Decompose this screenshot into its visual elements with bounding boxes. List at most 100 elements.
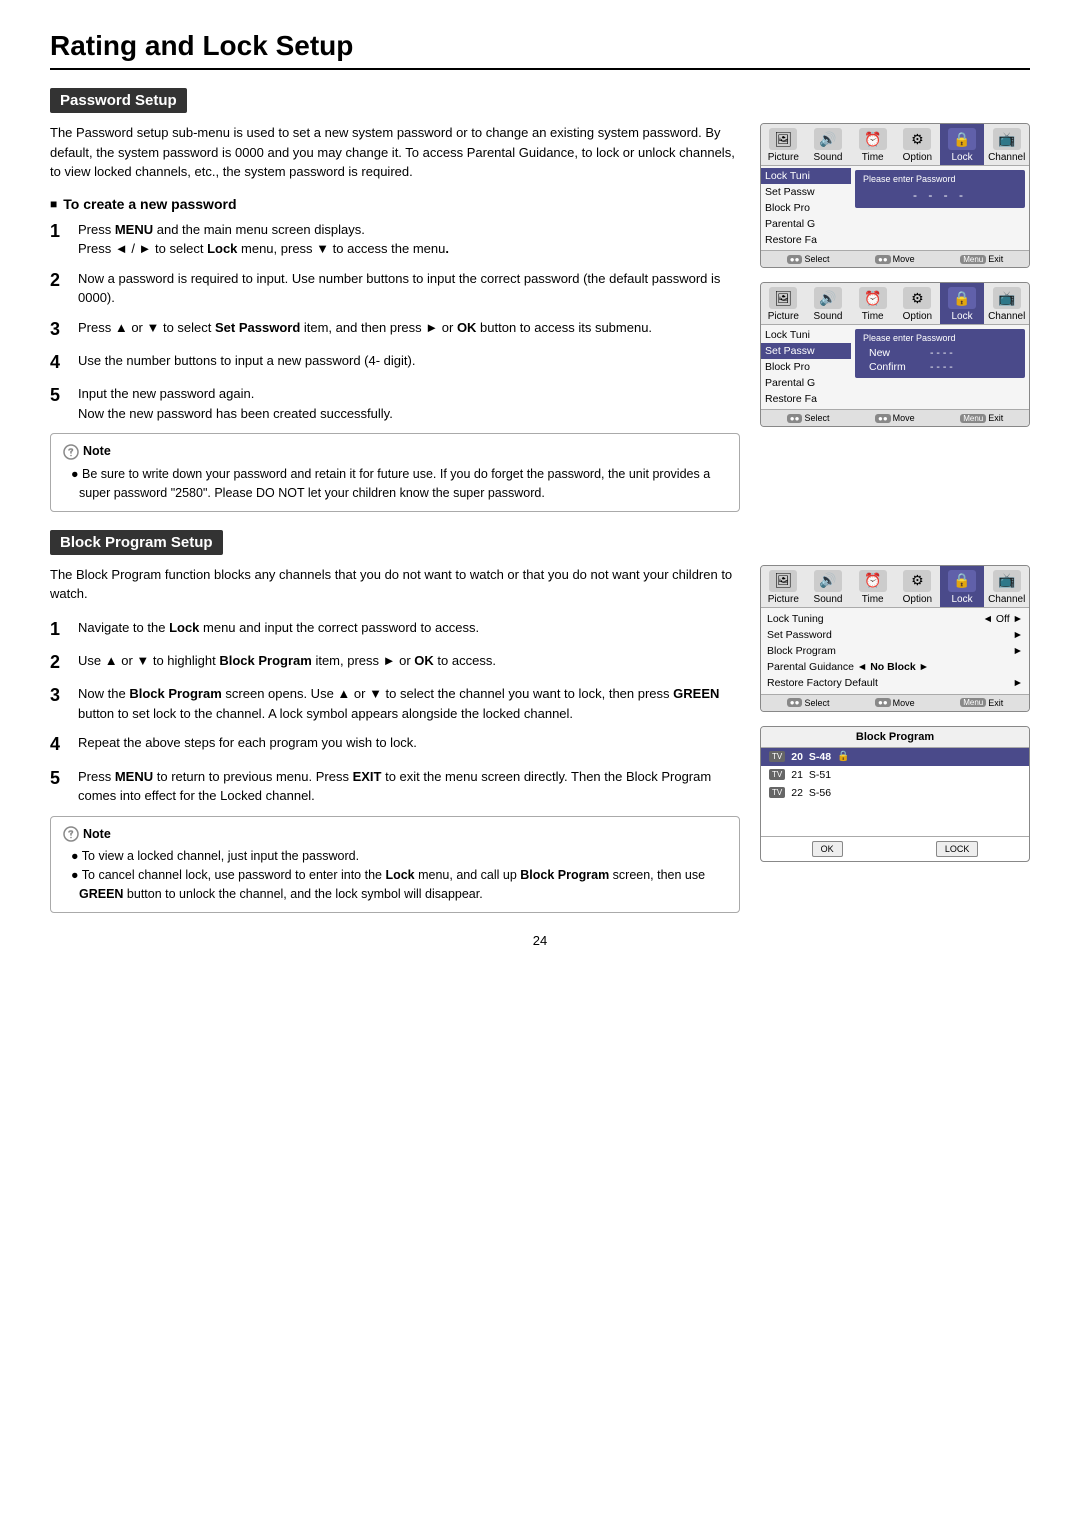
option-icon-3: ⚙ <box>903 570 931 592</box>
step-text-1: Press MENU and the main menu screen disp… <box>78 220 740 259</box>
footer-exit-2: Menu Exit <box>960 413 1003 423</box>
new-password-row: New - - - - <box>863 346 1017 360</box>
password-sub-heading: To create a new password <box>50 196 740 212</box>
password-step-5: 5 Input the new password again.Now the n… <box>50 384 740 423</box>
tv-menu-rows-2: Lock Tuni Set Passw Block Pro Parental G… <box>761 325 851 409</box>
step-num-5: 5 <box>50 384 68 423</box>
channel-row-21: TV 21 S-51 <box>761 766 1029 784</box>
tv-diagram-1-body: Lock Tuni Set Passw Block Pro Parental G… <box>761 166 1029 250</box>
password-overlay-2: Please enter Password New - - - - Confir… <box>855 329 1025 378</box>
lock-row-5: Restore Factory Default ► <box>761 675 1029 691</box>
time-icon-2: ⏰ <box>859 287 887 309</box>
footer-move-2: ●● Move <box>875 413 915 423</box>
confirm-password-row: Confirm - - - - <box>863 360 1017 374</box>
block-program-diagrams: 🖼 Picture 🔊 Sound ⏰ Time ⚙ Option <box>760 565 1030 913</box>
tv-menu-bar-2: 🖼 Picture 🔊 Sound ⏰ Time ⚙ Option <box>761 283 1029 325</box>
lock-icon-2: 🔒 <box>948 287 976 309</box>
step-num-1: 1 <box>50 220 68 259</box>
lock-icon: 🔒 <box>948 128 976 150</box>
block-step-num-3: 3 <box>50 684 68 723</box>
channel-icon-3: 📺 <box>993 570 1021 592</box>
block-step-2: 2 Use ▲ or ▼ to highlight Block Program … <box>50 651 740 674</box>
sound-icon: 🔊 <box>814 128 842 150</box>
password-diagrams: 🖼 Picture 🔊 Sound ⏰ Time ⚙ Option <box>760 123 1030 512</box>
menu-item-channel-3: 📺 Channel <box>984 566 1029 607</box>
menu-item-time: ⏰ Time <box>850 124 895 165</box>
block-step-text-1: Navigate to the Lock menu and input the … <box>78 618 740 641</box>
footer-select-2: ●● Select <box>787 413 830 423</box>
block-step-num-2: 2 <box>50 651 68 674</box>
menu-item-sound: 🔊 Sound <box>806 124 851 165</box>
menu-item-lock-active: 🔒 Lock <box>940 124 985 165</box>
footer-move-1: ●● Move <box>875 254 915 264</box>
password-setup-section: Password Setup The Password setup sub-me… <box>50 88 1030 512</box>
menu-row-parental-2: Parental G <box>761 375 851 391</box>
password-setup-header: Password Setup <box>50 88 187 113</box>
footer-select-1: ●● Select <box>787 254 830 264</box>
ok-button[interactable]: OK <box>812 841 843 857</box>
block-note-bullet-2: ● To cancel channel lock, use password t… <box>71 866 727 904</box>
time-icon-3: ⏰ <box>859 570 887 592</box>
lock-row-4: Parental Guidance ◄ No Block ► <box>761 659 1029 675</box>
block-step-text-5: Press MENU to return to previous menu. P… <box>78 767 740 806</box>
menu-row-block-program: Block Pro <box>761 200 851 216</box>
tv-footer-1: ●● Select ●● Move Menu Exit <box>761 250 1029 267</box>
block-step-num-1: 1 <box>50 618 68 641</box>
password-steps-list: 1 Press MENU and the main menu screen di… <box>50 220 740 424</box>
password-step-2: 2 Now a password is required to input. U… <box>50 269 740 308</box>
block-step-text-2: Use ▲ or ▼ to highlight Block Program it… <box>78 651 740 674</box>
step-text-3: Press ▲ or ▼ to select Set Password item… <box>78 318 740 341</box>
menu-item-picture-2: 🖼 Picture <box>761 283 806 324</box>
block-program-steps-list: 1 Navigate to the Lock menu and input th… <box>50 618 740 806</box>
sound-icon-3: 🔊 <box>814 570 842 592</box>
block-program-intro: The Block Program function blocks any ch… <box>50 565 740 604</box>
block-program-left: The Block Program function blocks any ch… <box>50 565 740 913</box>
menu-item-sound-3: 🔊 Sound <box>806 566 851 607</box>
password-step-1: 1 Press MENU and the main menu screen di… <box>50 220 740 259</box>
step-text-5: Input the new password again.Now the new… <box>78 384 740 423</box>
picture-icon: 🖼 <box>769 128 797 150</box>
block-program-header: Block Program Setup <box>50 530 223 555</box>
block-step-num-5: 5 <box>50 767 68 806</box>
menu-row-lock-tuning: Lock Tuni <box>761 168 851 184</box>
lock-button[interactable]: LOCK <box>936 841 979 857</box>
step-num-2: 2 <box>50 269 68 308</box>
menu-item-option-2: ⚙ Option <box>895 283 940 324</box>
menu-item-picture-3: 🖼 Picture <box>761 566 806 607</box>
tv-diagram-2: 🖼 Picture 🔊 Sound ⏰ Time ⚙ Option <box>760 282 1030 427</box>
block-step-5: 5 Press MENU to return to previous menu.… <box>50 767 740 806</box>
tv-diagram-3: 🖼 Picture 🔊 Sound ⏰ Time ⚙ Option <box>760 565 1030 712</box>
menu-item-lock-active-3: 🔒 Lock <box>940 566 985 607</box>
note-icon-2 <box>63 826 79 842</box>
tv-badge-3: TV <box>769 787 785 798</box>
page-title: Rating and Lock Setup <box>50 30 1030 70</box>
channel-row-22: TV 22 S-56 <box>761 784 1029 802</box>
option-icon-2: ⚙ <box>903 287 931 309</box>
block-note-bullet-1: ● To view a locked channel, just input t… <box>71 847 727 866</box>
footer-exit-1: Menu Exit <box>960 254 1003 264</box>
tv-diagram-1: 🖼 Picture 🔊 Sound ⏰ Time ⚙ Option <box>760 123 1030 268</box>
menu-item-option-3: ⚙ Option <box>895 566 940 607</box>
tv-footer-3: ●● Select ●● Move Menu Exit <box>761 694 1029 711</box>
menu-row-set-password-2: Set Passw <box>761 343 851 359</box>
block-step-1: 1 Navigate to the Lock menu and input th… <box>50 618 740 641</box>
channel-icon: 📺 <box>993 128 1021 150</box>
tv-lock-menu-rows: Lock Tuning ◄ Off ► Set Password ► Block… <box>761 608 1029 694</box>
tv-diagram-2-body: Lock Tuni Set Passw Block Pro Parental G… <box>761 325 1029 409</box>
lock-row-2: Set Password ► <box>761 627 1029 643</box>
tv-password-panel-2: Please enter Password New - - - - Confir… <box>851 325 1029 409</box>
menu-item-picture: 🖼 Picture <box>761 124 806 165</box>
lock-row-3: Block Program ► <box>761 643 1029 659</box>
lock-row-1: Lock Tuning ◄ Off ► <box>761 611 1029 627</box>
menu-row-set-password: Set Passw <box>761 184 851 200</box>
tv-footer-2: ●● Select ●● Move Menu Exit <box>761 409 1029 426</box>
block-program-list: Block Program TV 20 S-48 🔒 TV 21 S-51 TV… <box>760 726 1030 862</box>
block-note-box: Note ● To view a locked channel, just in… <box>50 816 740 913</box>
menu-row-lock-tuning-2: Lock Tuni <box>761 327 851 343</box>
password-overlay-1: Please enter Password - - - - <box>855 170 1025 208</box>
password-step-3: 3 Press ▲ or ▼ to select Set Password it… <box>50 318 740 341</box>
block-step-4: 4 Repeat the above steps for each progra… <box>50 733 740 756</box>
menu-item-option: ⚙ Option <box>895 124 940 165</box>
password-note-text: ● Be sure to write down your password an… <box>71 465 727 503</box>
block-program-footer: OK LOCK <box>761 836 1029 861</box>
